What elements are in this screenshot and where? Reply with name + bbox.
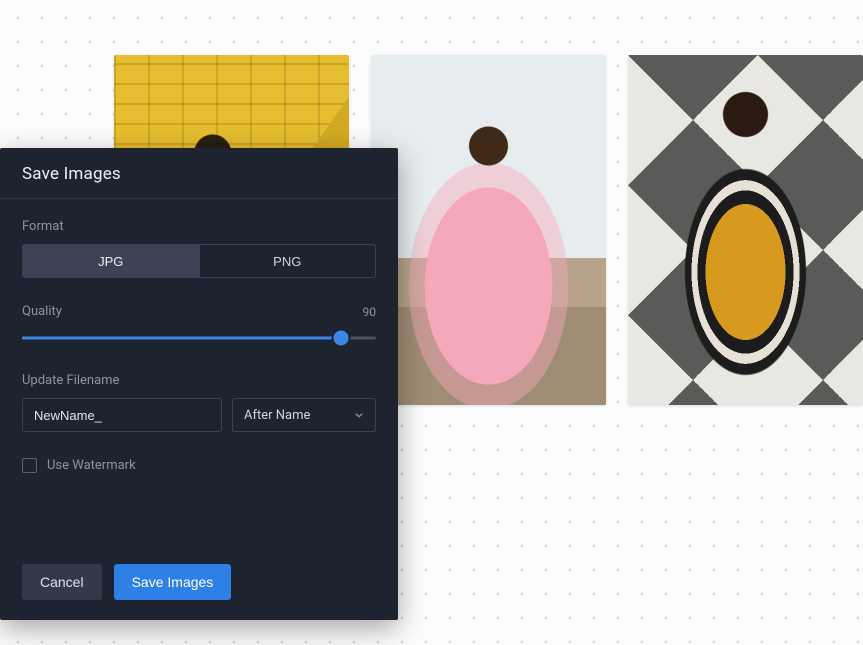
filename-label: Update Filename [22,373,376,388]
filename-input[interactable] [22,398,222,432]
watermark-label: Use Watermark [47,458,136,473]
quality-slider[interactable] [22,329,376,347]
slider-fill [22,337,341,340]
slider-handle[interactable] [333,331,348,346]
format-option-png[interactable]: PNG [199,245,376,277]
dialog-footer: Cancel Save Images [0,550,398,620]
quality-value: 90 [363,305,377,319]
watermark-checkbox[interactable] [22,458,37,473]
format-field: Format JPG PNG [22,219,376,278]
quality-field: Quality 90 [22,304,376,347]
gallery-thumbnail[interactable] [371,55,606,405]
quality-label: Quality [22,304,62,319]
dialog-title: Save Images [22,164,376,184]
save-images-button[interactable]: Save Images [114,564,232,600]
filename-placement-select[interactable]: After Name [232,398,376,432]
dialog-header: Save Images [0,148,398,199]
cancel-button[interactable]: Cancel [22,564,102,600]
chevron-down-icon [354,410,364,420]
save-images-dialog: Save Images Format JPG PNG Quality 90 Up… [0,148,398,620]
format-label: Format [22,219,376,234]
filename-field: Update Filename After Name [22,373,376,432]
format-option-jpg[interactable]: JPG [23,245,199,277]
gallery-thumbnail[interactable] [628,55,863,405]
dialog-body: Format JPG PNG Quality 90 Update Filenam… [0,199,398,550]
format-segmented-control: JPG PNG [22,244,376,278]
select-value: After Name [244,408,310,423]
watermark-checkbox-row[interactable]: Use Watermark [22,458,376,473]
